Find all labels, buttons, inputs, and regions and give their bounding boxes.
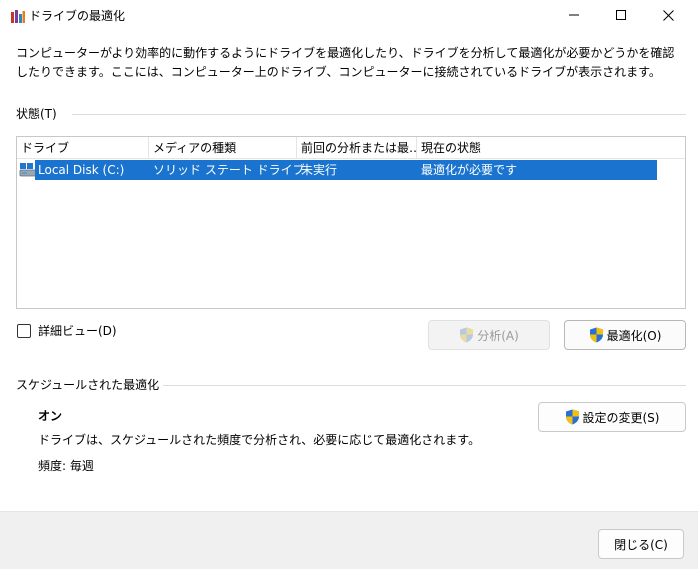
change-settings-button-label: 設定の変更(S) — [582, 410, 660, 425]
maximize-icon — [616, 10, 626, 20]
minimize-button[interactable] — [551, 0, 597, 30]
drive-row[interactable]: Local Disk (C:) ソリッド ステート ドライブ 未実行 最適化が必… — [17, 160, 657, 180]
schedule-group-divider — [163, 385, 686, 386]
drive-media-type: ソリッド ステート ドライブ — [153, 163, 305, 177]
maximize-button[interactable] — [598, 0, 644, 30]
change-settings-button[interactable]: 設定の変更(S) — [538, 402, 686, 432]
description-text: コンピューターがより効率的に動作するようにドライブを最適化したり、ドライブを分析… — [16, 46, 675, 79]
analyze-button-label: 分析(A) — [477, 328, 519, 343]
selected-row-highlight — [35, 160, 657, 180]
uac-shield-icon — [565, 409, 579, 425]
analyze-button[interactable]: 分析(A) — [428, 320, 550, 350]
status-group-label: 状態(T) — [16, 107, 57, 121]
schedule-state: オン — [38, 409, 63, 423]
detail-view-checkbox[interactable] — [17, 324, 31, 338]
uac-shield-icon — [589, 327, 603, 343]
column-header-media-type[interactable]: メディアの種類 — [149, 137, 297, 159]
uac-shield-icon — [460, 327, 474, 343]
schedule-description: ドライブは、スケジュールされた頻度で分析され、必要に応じて最適化されます。 — [38, 433, 481, 447]
drive-last-run: 未実行 — [301, 163, 338, 177]
drive-list[interactable]: ドライブ メディアの種類 前回の分析または最… 現在の状態 Local Disk… — [16, 136, 686, 309]
drive-current-status: 最適化が必要です — [421, 163, 518, 177]
dialog-footer — [0, 511, 698, 569]
schedule-group-label: スケジュールされた最適化 — [16, 378, 160, 392]
defrag-app-icon — [11, 10, 25, 23]
detail-view-label[interactable]: 詳細ビュー(D) — [38, 323, 117, 339]
window-title: ドライブの最適化 — [29, 9, 126, 23]
optimize-button[interactable]: 最適化(O) — [564, 320, 686, 350]
drive-name: Local Disk (C:) — [38, 163, 125, 177]
column-header-last-run[interactable]: 前回の分析または最… — [297, 137, 417, 159]
close-icon — [662, 9, 674, 21]
column-header-current-status[interactable]: 現在の状態 — [417, 137, 657, 159]
column-header-drive[interactable]: ドライブ — [17, 137, 149, 159]
close-button[interactable]: 閉じる(C) — [598, 529, 684, 559]
schedule-frequency: 頻度: 毎週 — [38, 459, 94, 473]
close-window-button[interactable] — [645, 0, 691, 30]
drive-list-header: ドライブ メディアの種類 前回の分析または最… 現在の状態 — [17, 137, 685, 159]
title-bar: ドライブの最適化 — [0, 0, 698, 32]
status-group-divider — [72, 114, 686, 115]
optimize-button-label: 最適化(O) — [606, 328, 662, 343]
minimize-icon — [569, 14, 579, 16]
close-button-label: 閉じる(C) — [614, 537, 668, 552]
